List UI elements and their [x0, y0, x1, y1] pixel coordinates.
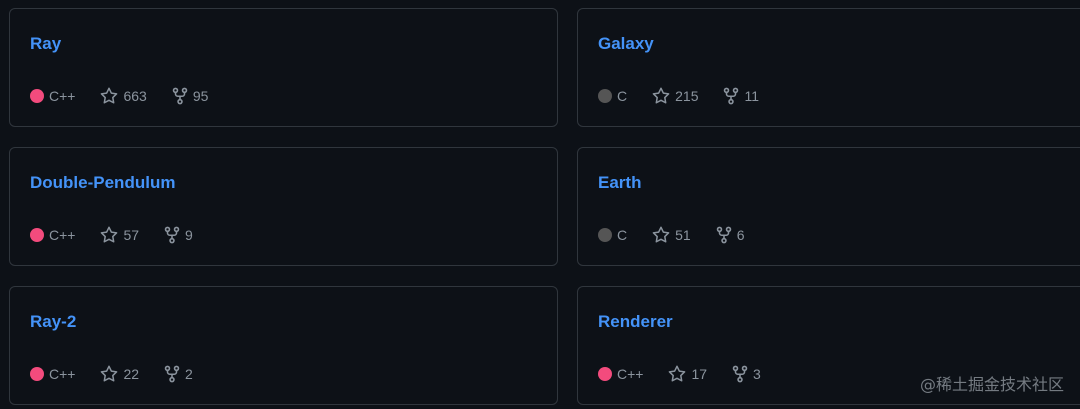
fork-icon [164, 226, 180, 244]
repo-language: C++ [49, 88, 76, 104]
fork-count: 3 [753, 366, 761, 382]
fork-icon [724, 87, 739, 105]
forks-link[interactable]: 6 [715, 225, 745, 245]
forks-link[interactable]: 11 [722, 86, 759, 106]
repo-card: Double-Pendulum C++ 57 9 [9, 147, 558, 266]
repo-meta: C 51 6 [598, 225, 769, 245]
repo-language: C++ [49, 366, 76, 382]
repo-name-link[interactable]: Ray [30, 34, 61, 54]
star-icon [652, 226, 670, 243]
repo-language: C++ [617, 366, 644, 382]
repo-meta: C++ 57 9 [30, 225, 217, 245]
fork-count: 9 [185, 227, 193, 243]
fork-count: 95 [192, 88, 209, 104]
watermark: @稀土掘金技术社区 [919, 375, 1064, 394]
language-color-dot [598, 89, 612, 103]
repo-name-link[interactable]: Renderer [598, 312, 673, 332]
repo-name-link[interactable]: Galaxy [598, 34, 654, 54]
star-count: 215 [675, 88, 699, 104]
repo-language: C [617, 227, 628, 243]
repo-card: Ray C++ 663 95 [9, 8, 558, 127]
fork-count: 2 [185, 366, 193, 382]
language-color-dot [598, 367, 612, 381]
star-count: 51 [675, 227, 691, 243]
star-count: 57 [123, 227, 140, 243]
star-icon [101, 226, 118, 243]
forks-link[interactable]: 9 [163, 225, 193, 245]
pinned-repositories-grid: Ray C++ 663 95 Galaxy C 215 11 Double-Pe… [0, 0, 1080, 409]
repo-language: C++ [49, 227, 76, 243]
repo-language: C [617, 88, 628, 104]
fork-count: 11 [744, 88, 760, 104]
fork-icon [732, 365, 748, 383]
language-color-dot [30, 367, 44, 381]
forks-link[interactable]: 2 [163, 364, 193, 384]
repo-name-link[interactable]: Ray-2 [30, 312, 76, 332]
fork-icon [164, 365, 180, 383]
stargazers-link[interactable]: 51 [651, 225, 691, 245]
repo-meta: C++ 663 95 [30, 86, 232, 106]
stargazers-link[interactable]: 663 [99, 86, 147, 106]
repo-card: Ray-2 C++ 22 2 [9, 286, 558, 405]
repo-card: Galaxy C 215 11 [577, 8, 1080, 127]
repo-name-link[interactable]: Double-Pendulum [30, 173, 175, 193]
repo-card: Earth C 51 6 [577, 147, 1080, 266]
stargazers-link[interactable]: 17 [667, 364, 707, 384]
language-color-dot [598, 228, 612, 242]
forks-link[interactable]: 3 [731, 364, 761, 384]
star-count: 663 [123, 88, 147, 104]
repo-name-link[interactable]: Earth [598, 173, 641, 193]
stargazers-link[interactable]: 22 [99, 364, 139, 384]
stargazers-link[interactable]: 215 [651, 86, 698, 106]
star-count: 22 [123, 366, 140, 382]
fork-icon [172, 87, 188, 105]
repo-meta: C++ 17 3 [598, 364, 785, 384]
star-count: 17 [691, 366, 708, 382]
star-icon [101, 87, 118, 104]
star-icon [101, 365, 118, 382]
language-color-dot [30, 228, 44, 242]
star-icon [652, 87, 670, 104]
star-icon [669, 365, 686, 382]
stargazers-link[interactable]: 57 [99, 225, 139, 245]
fork-count: 6 [736, 227, 745, 243]
repo-meta: C++ 22 2 [30, 364, 217, 384]
repo-meta: C 215 11 [598, 86, 783, 106]
language-color-dot [30, 89, 44, 103]
forks-link[interactable]: 95 [171, 86, 209, 106]
fork-icon [716, 226, 731, 244]
